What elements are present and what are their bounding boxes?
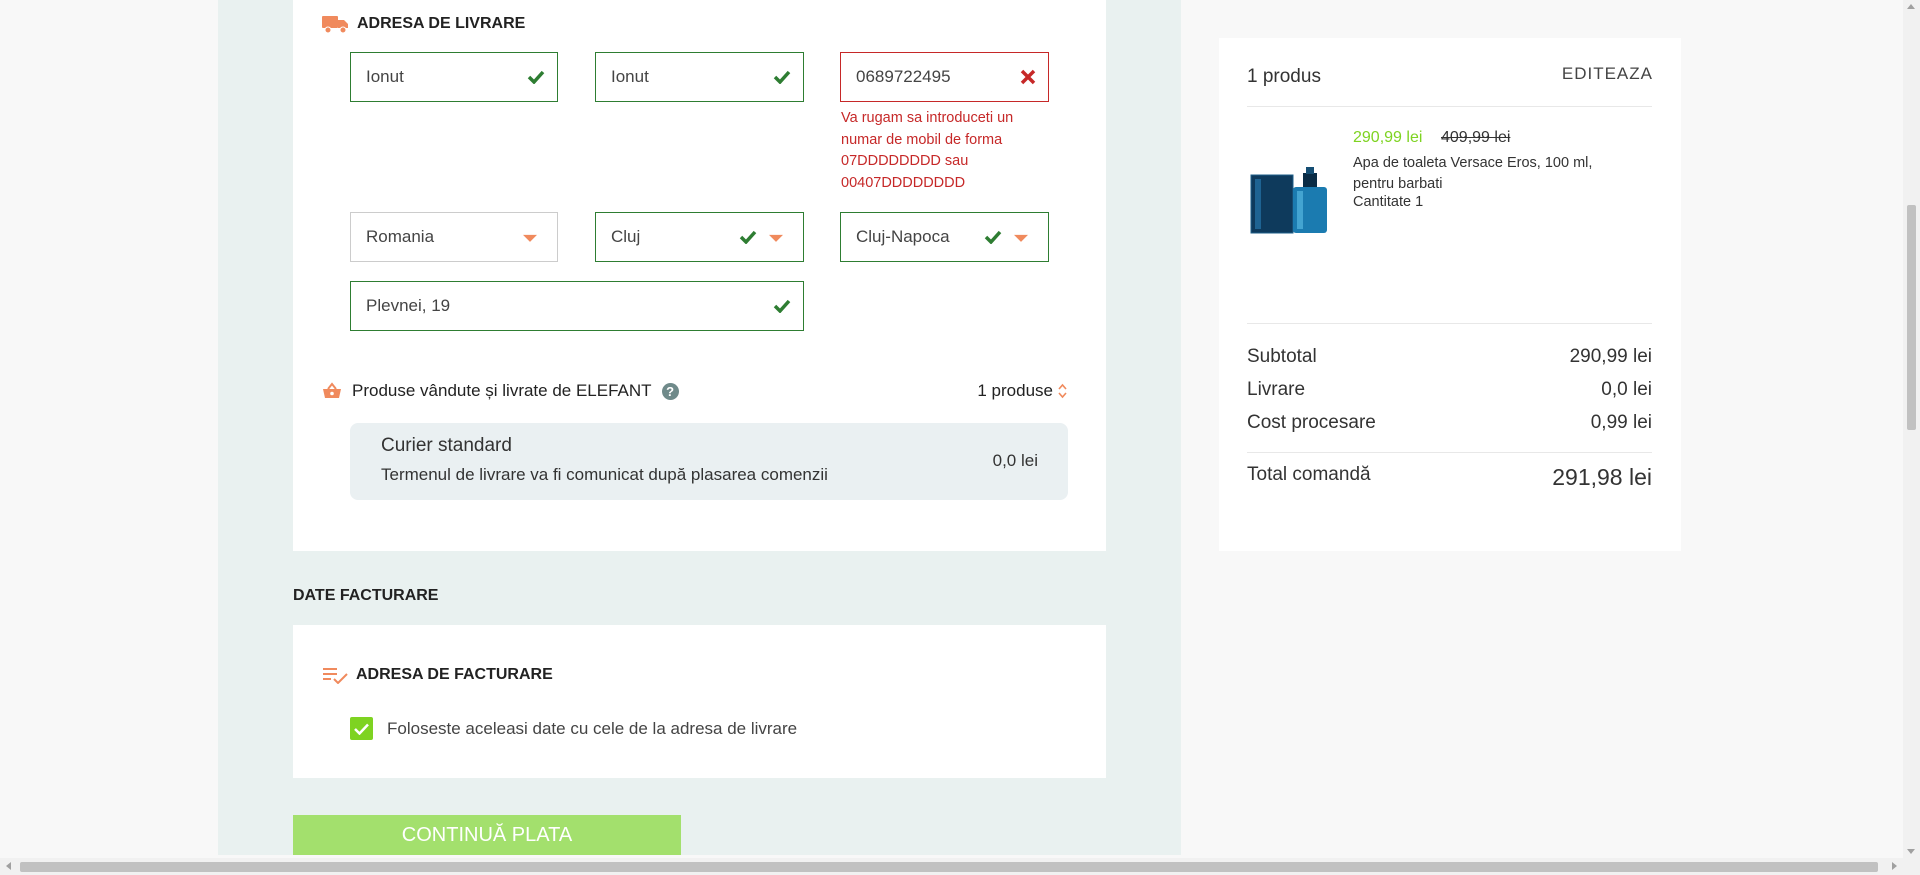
delivery-section-title: ADRESA DE LIVRARE [322,14,525,34]
seller-row: Produse vândute și livrate de ELEFANT ? … [322,378,1067,404]
scroll-right-icon[interactable] [1892,862,1897,870]
sort-icon [1058,383,1067,399]
processing-cost-label: Cost procesare [1247,412,1376,433]
billing-card [293,625,1106,778]
same-address-label[interactable]: Foloseste aceleasi date cu cele de la ad… [387,717,797,740]
subtotal-label: Subtotal [1247,346,1317,367]
product-name[interactable]: Apa de toaleta Versace Eros, 100 ml, pen… [1353,153,1623,195]
billing-heading: DATE FACTURARE [293,587,439,604]
check-icon [527,70,545,84]
delivery-cost-row: Livrare 0,0 lei [1247,379,1652,401]
processing-cost-row: Cost procesare 0,99 lei [1247,412,1652,434]
truck-icon [322,14,349,34]
county-select[interactable]: Cluj [595,212,804,262]
caret-down-icon [523,234,537,242]
scroll-up-icon[interactable] [1907,4,1915,9]
product-old-price: 409,99 lei [1441,129,1511,146]
order-summary: 1 produs EDITEAZA 290,99 lei 409,99 lei … [1219,38,1681,551]
basket-icon [322,382,342,400]
total-value: 291,98 lei [1552,464,1652,490]
courier-name: Curier standard [381,435,512,456]
help-icon[interactable]: ? [661,382,679,400]
vertical-scroll-thumb[interactable] [1907,205,1916,430]
first-name-field[interactable]: Ionut [350,52,558,102]
last-name-field[interactable]: Ionut [595,52,804,102]
check-icon [773,70,791,84]
seller-label: Produse vândute și livrate de ELEFANT [352,381,652,400]
billing-section-title: ADRESA DE FACTURARE [322,666,553,684]
products-count-toggle[interactable]: 1 produse [977,381,1067,401]
city-select[interactable]: Cluj-Napoca [840,212,1049,262]
product-price: 290,99 lei [1353,129,1423,146]
x-icon [1020,69,1036,85]
check-icon [773,299,791,313]
delivery-cost-label: Livrare [1247,379,1306,400]
scroll-down-icon[interactable] [1907,849,1915,854]
processing-cost-value: 0,99 lei [1590,412,1652,433]
products-count: 1 produse [977,381,1053,400]
courier-description: Termenul de livrare va fi comunicat după… [381,465,828,484]
list-check-icon [322,666,348,684]
continue-payment-button[interactable]: CONTINUĂ PLATA [293,815,681,855]
street-value: Plevnei, 19 [366,296,451,315]
divider [1247,452,1652,453]
caret-down-icon [769,234,783,242]
total-label: Total comandă [1247,464,1371,485]
phone-field[interactable]: 0689722495 [840,52,1049,102]
street-field[interactable]: Plevnei, 19 [350,281,804,331]
horizontal-scrollbar[interactable] [0,858,1920,875]
subtotal-value: 290,99 lei [1569,346,1652,367]
checkmark-icon [354,723,369,735]
phone-error-message: Va rugam sa introduceti un numar de mobi… [841,110,1014,191]
country-select[interactable]: Romania [350,212,558,262]
subtotal-row: Subtotal 290,99 lei [1247,346,1652,368]
check-icon [739,230,757,244]
same-address-checkbox[interactable] [350,717,373,740]
total-row: Total comandă 291,98 lei [1247,464,1652,491]
caret-down-icon [1014,234,1028,242]
edit-cart-link[interactable]: EDITEAZA [1562,64,1653,84]
vertical-scrollbar[interactable] [1903,0,1920,858]
check-icon [984,230,1002,244]
courier-option[interactable]: Curier standard Termenul de livrare va f… [350,423,1068,500]
product-quantity: Cantitate 1 [1353,194,1424,210]
courier-price: 0,0 lei [992,451,1038,470]
horizontal-scroll-thumb[interactable] [20,862,1878,872]
delivery-cost-value: 0,0 lei [1601,379,1652,400]
divider [1247,323,1652,324]
billing-title-text: ADRESA DE FACTURARE [356,666,553,683]
scroll-left-icon[interactable] [6,862,11,870]
summary-count: 1 produs [1247,66,1321,87]
product-image[interactable] [1249,165,1329,235]
divider [1247,106,1652,107]
delivery-title-text: ADRESA DE LIVRARE [357,15,526,32]
